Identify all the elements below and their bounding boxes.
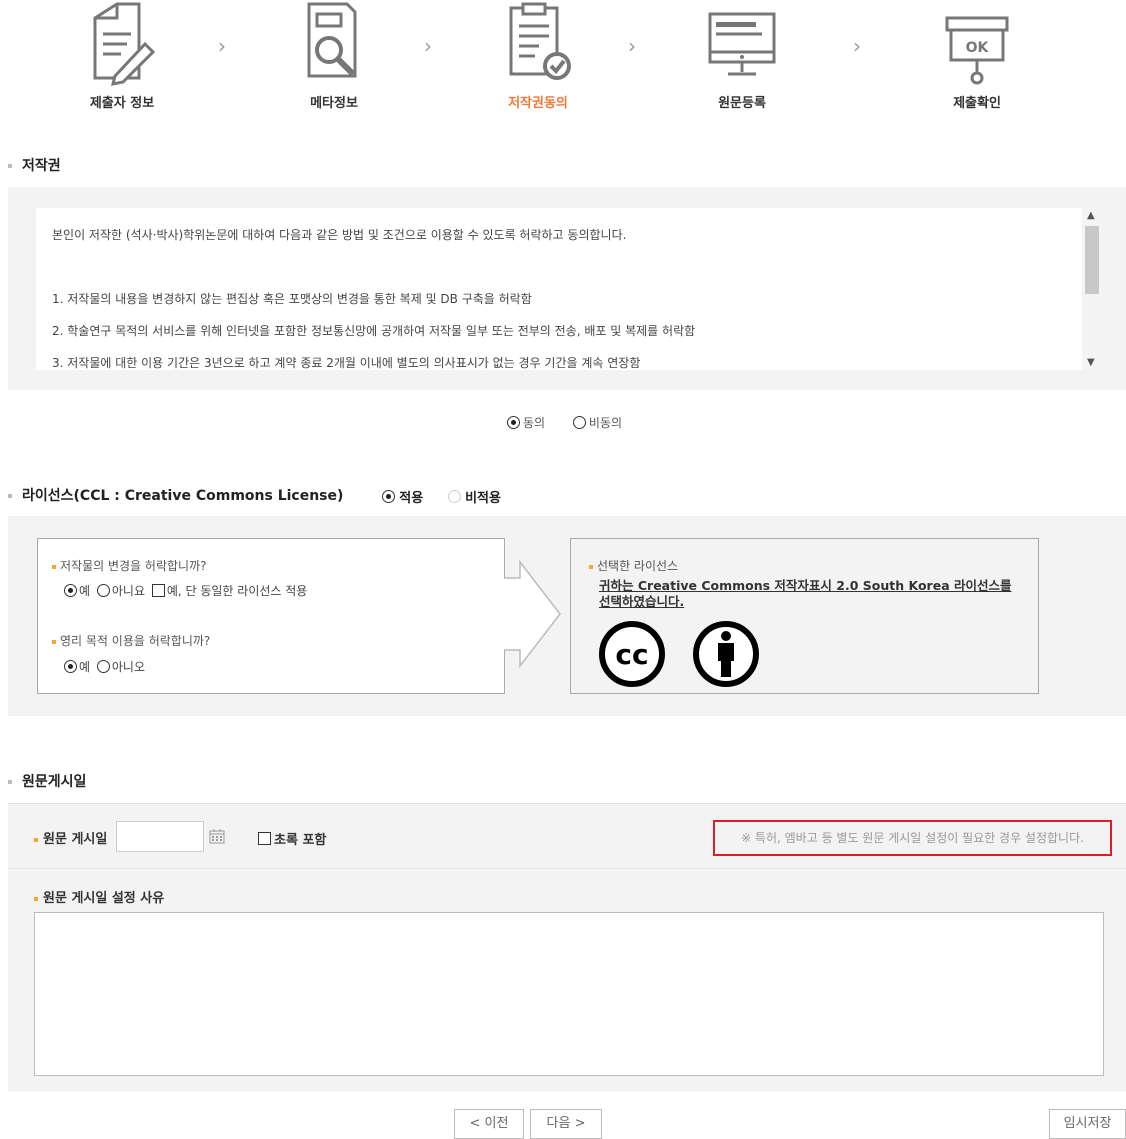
- step-label: 제출확인: [953, 96, 1001, 111]
- arrow-right-icon: [504, 560, 561, 668]
- modification-options: 예 아니요 예, 단 동일한 라이선스 적용: [64, 582, 310, 599]
- selected-license-link[interactable]: 귀하는 Creative Commons 저작자표시 2.0 South Kor…: [599, 578, 1019, 610]
- chevron-right-icon: ›: [424, 34, 432, 58]
- step-label: 제출자 정보: [89, 96, 155, 111]
- step-copyright-agreement: 저작권동의: [468, 0, 608, 111]
- scrollbar-thumb[interactable]: [1085, 226, 1099, 294]
- posting-date-row: 원문 게시일 초록 포함 ※ 특허, 엠바고 등 별도 원문 게시일 설정이 필…: [8, 803, 1126, 869]
- include-abstract: 초록 포함: [258, 829, 326, 848]
- svg-text:OK: OK: [966, 40, 990, 56]
- step-label: 메타정보: [310, 96, 358, 111]
- copyright-item: 3. 저작물에 대한 이용 기간은 3년으로 하고 계약 종료 2개월 이내에 …: [52, 356, 641, 370]
- cc-icon: cc: [599, 621, 665, 687]
- posting-date-input[interactable]: [116, 821, 204, 852]
- license-questions-box: 저작물의 변경을 허락합니까? 예 아니요 예, 단 동일한 라이선스 적용 영…: [37, 538, 505, 694]
- section-title-license: 라이선스(CCL : Creative Commons License) 적용 …: [8, 485, 501, 506]
- section-title-posting: 원문게시일: [8, 771, 86, 791]
- section-title-copyright: 저작권: [8, 155, 61, 175]
- modification-share-alike-checkbox[interactable]: [151, 584, 165, 597]
- progress-steps: 제출자 정보 › 메타정보 › 저작권동의 › 원문등록 › OK 제출확인: [0, 0, 1126, 120]
- license-apply-radio[interactable]: [382, 490, 396, 503]
- commercial-options: 예 아니오: [64, 658, 148, 675]
- step-label: 저작권동의: [508, 96, 568, 111]
- document-pen-icon: [93, 2, 156, 86]
- chevron-right-icon: ›: [853, 34, 861, 58]
- agree-radio[interactable]: [507, 416, 520, 429]
- step-label: 원문등록: [718, 96, 766, 111]
- ok-stamp-icon: OK: [945, 16, 1009, 85]
- copyright-terms-box[interactable]: 본인이 저작한 (석사·박사)학위논문에 대하여 다음과 같은 방법 및 조건으…: [36, 208, 1102, 370]
- step-submit-confirm: OK 제출확인: [907, 0, 1047, 111]
- question-modification: 저작물의 변경을 허락합니까?: [52, 557, 206, 574]
- license-not-apply-radio[interactable]: [448, 490, 462, 503]
- posting-reason-panel: 원문 게시일 설정 사유: [8, 869, 1126, 1091]
- posting-reason-textarea[interactable]: [34, 912, 1104, 1076]
- next-button[interactable]: 다음 >: [530, 1109, 602, 1139]
- monitor-icon: [708, 12, 776, 76]
- chevron-right-icon: ›: [218, 34, 226, 58]
- posting-date-label: 원문 게시일: [34, 828, 107, 847]
- commercial-yes-radio[interactable]: [64, 660, 77, 673]
- copyright-item: 1. 저작물의 내용을 변경하지 않는 편집상 혹은 포맷상의 변경을 통한 복…: [52, 292, 532, 306]
- scroll-up-icon[interactable]: ▲: [1087, 210, 1095, 221]
- copyright-item: 2. 학술연구 목적의 서비스를 위해 인터넷을 포함한 정보통신망에 공개하여…: [52, 324, 696, 338]
- calendar-icon[interactable]: [209, 828, 225, 844]
- modification-yes-radio[interactable]: [64, 584, 77, 597]
- step-original-upload: 원문등록: [672, 0, 812, 111]
- posting-notice: ※ 특허, 엠바고 등 별도 원문 게시일 설정이 필요한 경우 설정합니다.: [713, 820, 1112, 856]
- scrollbar[interactable]: ▲ ▼: [1082, 208, 1102, 370]
- temp-save-button[interactable]: 임시저장: [1049, 1109, 1126, 1139]
- chevron-right-icon: ›: [628, 34, 636, 58]
- include-abstract-checkbox[interactable]: [258, 832, 271, 845]
- document-check-icon: [509, 2, 571, 80]
- prev-button[interactable]: < 이전: [454, 1109, 524, 1139]
- step-submitter-info: 제출자 정보: [52, 0, 192, 111]
- copyright-intro: 본인이 저작한 (석사·박사)학위논문에 대하여 다음과 같은 방법 및 조건으…: [52, 228, 627, 242]
- posting-reason-label: 원문 게시일 설정 사유: [34, 887, 164, 906]
- copyright-agreement-radios: 동의 비동의: [507, 414, 646, 431]
- modification-no-radio[interactable]: [96, 584, 110, 597]
- question-commercial: 영리 목적 이용을 허락합니까?: [52, 632, 210, 649]
- selected-license-box: 선택한 라이선스 귀하는 Creative Commons 저작자표시 2.0 …: [570, 538, 1039, 694]
- document-search-icon: [307, 2, 357, 78]
- step-meta-info: 메타정보: [264, 0, 404, 111]
- attribution-icon: [693, 621, 759, 687]
- svg-text:cc: cc: [615, 638, 648, 671]
- scroll-down-icon[interactable]: ▼: [1087, 357, 1095, 368]
- selected-license-title: 선택한 라이선스: [589, 557, 678, 574]
- disagree-radio[interactable]: [572, 416, 586, 429]
- commercial-no-radio[interactable]: [96, 660, 110, 673]
